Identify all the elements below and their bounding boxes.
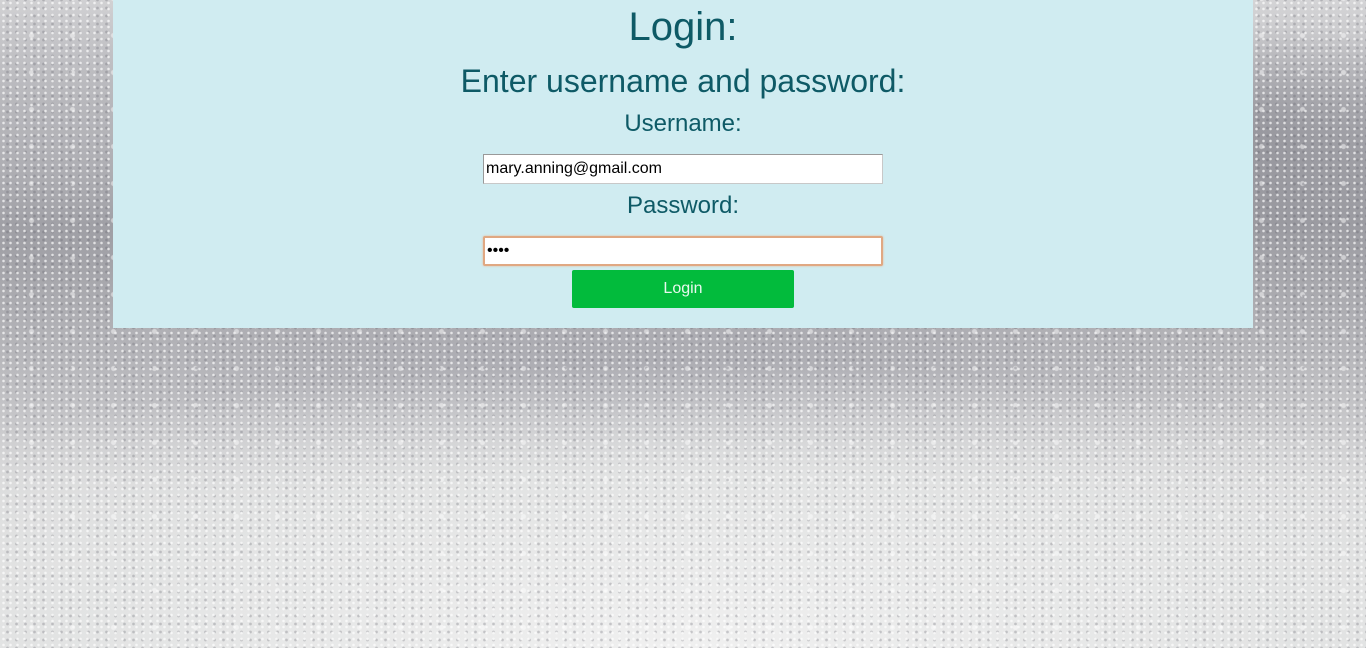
password-input[interactable] [483,236,883,266]
page-title: Login: [628,5,738,49]
login-button[interactable]: Login [572,270,794,308]
page-subtitle: Enter username and password: [460,63,906,99]
username-label: Username: [624,110,742,137]
login-panel: Login: Enter username and password: User… [113,0,1253,328]
username-input[interactable] [483,154,883,184]
password-label: Password: [626,192,740,219]
